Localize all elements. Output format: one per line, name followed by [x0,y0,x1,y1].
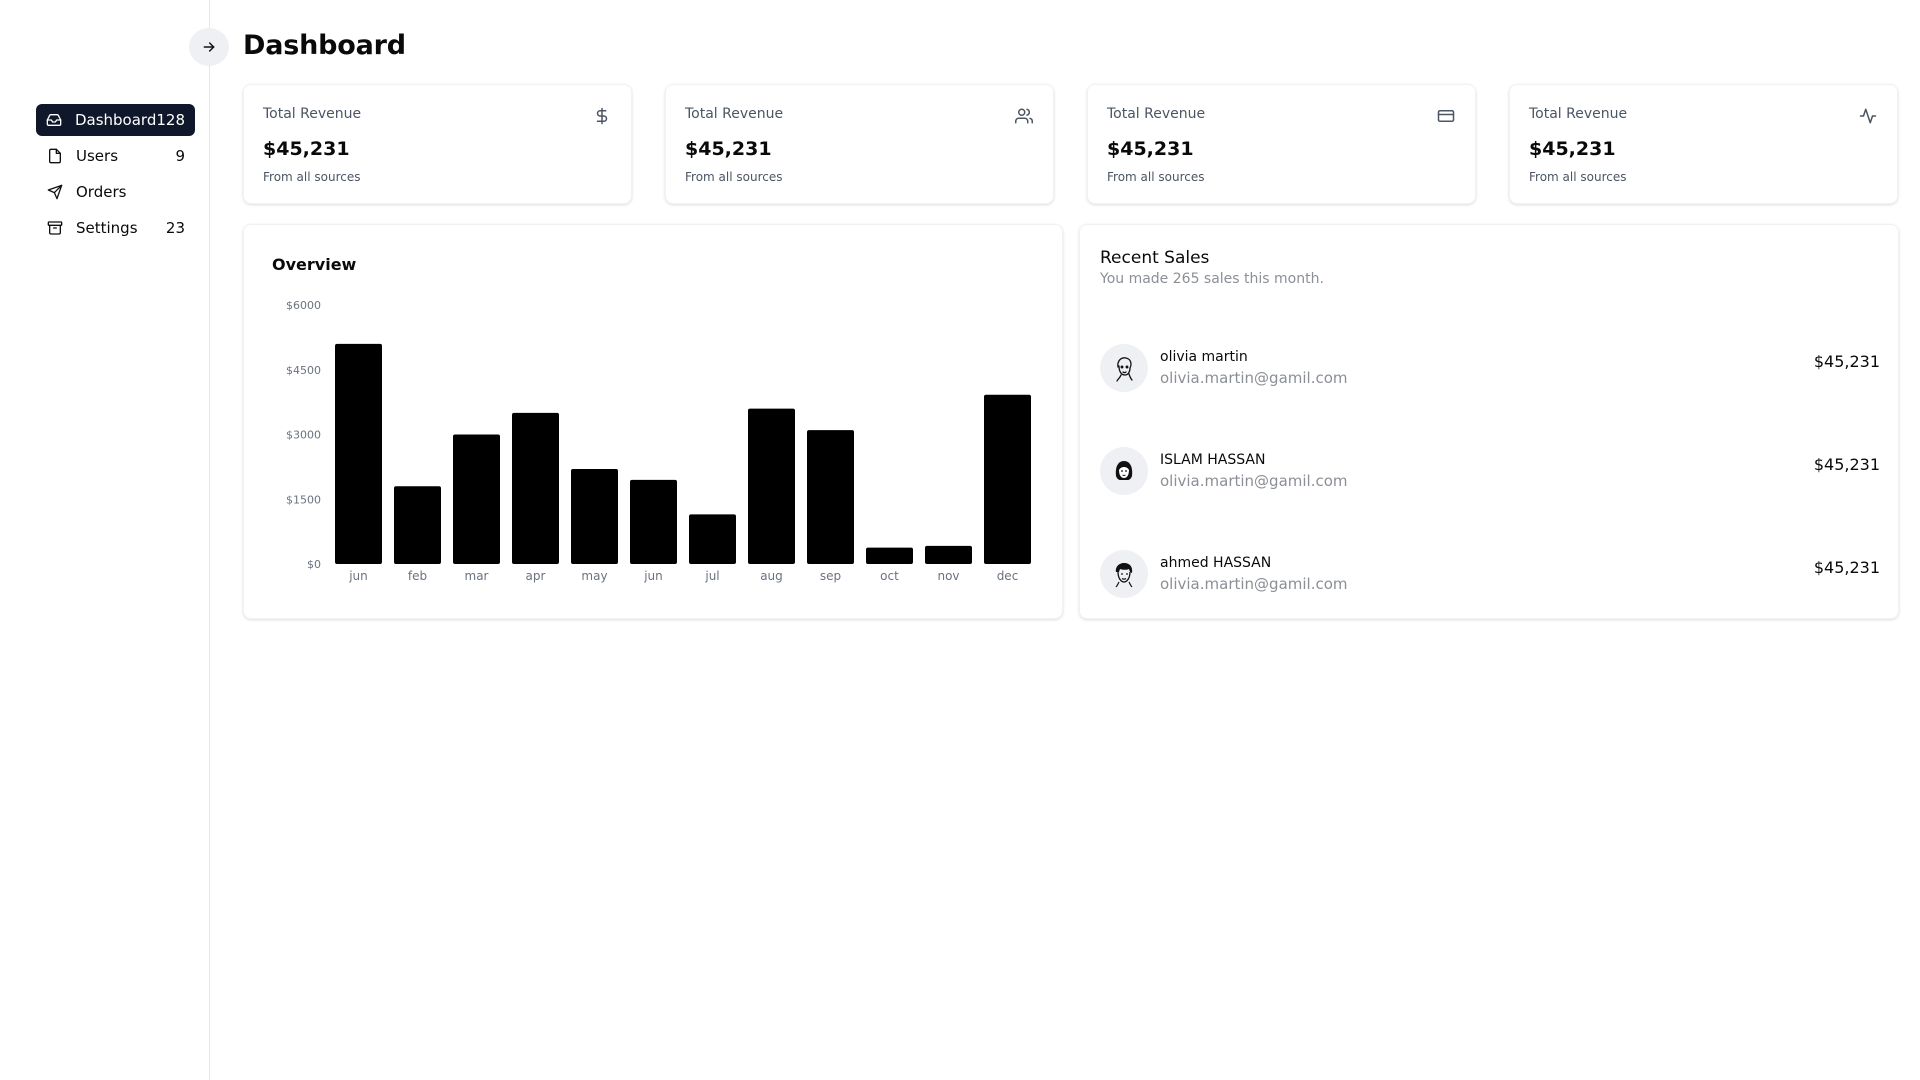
recent-sales-title: Recent Sales [1100,248,1210,268]
stat-card: Total Revenue $45,231 From all sources [1509,84,1898,204]
recent-sales-panel: Recent Sales You made 265 sales this mon… [1079,224,1899,619]
overview-panel: Overview $0 $1500 $3000 $4500 $6000 jun feb mar… [243,224,1063,619]
sale-customer-email: olivia.martin@gamil.com [1160,575,1348,593]
sale-row[interactable]: olivia martin olivia.martin@gamil.com $4… [1100,344,1880,396]
sale-customer-email: olivia.martin@gamil.com [1160,369,1348,387]
bar-mar[interactable] [453,434,500,565]
stat-card-title: Total Revenue [263,106,362,122]
y-tick-label: $3000 [286,429,321,442]
x-tick-label: jun [643,569,663,583]
x-tick-label: aug [760,569,783,583]
sale-amount: $45,231 [1813,352,1880,371]
users-icon [1015,108,1033,124]
y-tick-label: $4500 [286,364,321,377]
sidebar-collapse-button[interactable] [189,28,229,66]
send-icon [46,183,64,201]
sale-customer-name: ahmed HASSAN [1160,555,1272,571]
sale-row[interactable]: ISLAM HASSAN olivia.martin@gamil.com $45… [1100,447,1880,499]
bar-dec[interactable] [984,394,1031,564]
recent-sales-subtitle: You made 265 sales this month. [1100,271,1324,287]
sale-customer-name: ISLAM HASSAN [1160,452,1266,468]
sale-customer-name: olivia martin [1160,349,1248,365]
x-tick-label: feb [408,569,427,583]
sidebar-item-count: 23 [165,219,185,237]
x-tick-label: nov [937,569,959,583]
stat-card-subtitle: From all sources [263,170,361,184]
bar-apr[interactable] [512,412,559,564]
bar-aug[interactable] [748,408,795,564]
bar-nov[interactable] [925,545,972,564]
y-tick-label: $1500 [286,493,321,506]
stat-card-value: $45,231 [1529,138,1616,160]
stat-card: Total Revenue $45,231 From all sources [243,84,632,204]
x-tick-label: may [581,569,607,583]
page-title: Dashboard [243,30,406,61]
sidebar-item-count: 9 [175,147,185,165]
avatar-icon [1100,447,1148,495]
sale-amount: $45,231 [1813,455,1880,474]
y-tick-label: $0 [307,558,321,571]
sidebar-item-label: Settings [76,219,138,237]
inbox-icon [46,111,63,129]
stat-card-value: $45,231 [263,138,350,160]
arrow-right-icon [203,42,215,52]
x-tick-label: sep [820,569,841,583]
stat-card: Total Revenue $45,231 From all sources [1087,84,1476,204]
sidebar-item-label: Dashboard [74,111,157,129]
x-tick-label: mar [465,569,489,583]
avatar-icon [1100,344,1148,392]
sidebar-item-label: Users [76,147,119,165]
bar-may[interactable] [571,469,618,564]
y-tick-label: $6000 [286,299,321,312]
x-tick-label: jul [704,569,719,583]
stat-card-subtitle: From all sources [1107,170,1205,184]
stat-card-title: Total Revenue [1529,106,1628,122]
sidebar-item-dashboard[interactable]: Dashboard 128 [36,104,195,136]
file-icon [46,147,64,165]
activity-icon [1859,108,1877,124]
sidebar-item-label: Orders [76,183,127,201]
overview-bar-chart: $0 $1500 $3000 $4500 $6000 jun feb mar apr may jun… [286,299,1031,583]
stat-card-subtitle: From all sources [685,170,783,184]
sidebar-nav: Dashboard 128 Users 9 Orders Settings 23 [36,104,195,248]
x-tick-label: jun [348,569,368,583]
bar-feb[interactable] [394,486,441,564]
sidebar-item-orders[interactable]: Orders [36,176,195,208]
stat-card-value: $45,231 [1107,138,1194,160]
stat-card-subtitle: From all sources [1529,170,1627,184]
bar-jun[interactable] [335,343,382,564]
archive-icon [46,219,64,237]
stat-card: Total Revenue $45,231 From all sources [665,84,1054,204]
stat-card-title: Total Revenue [685,106,784,122]
x-tick-label: dec [997,569,1019,583]
sale-row[interactable]: ahmed HASSAN olivia.martin@gamil.com $45… [1100,550,1880,602]
x-tick-label: apr [526,569,546,583]
x-tick-label: oct [880,569,899,583]
sidebar-item-count: 128 [156,111,185,129]
avatar-icon [1100,550,1148,598]
sale-amount: $45,231 [1813,558,1880,577]
dollar-icon [596,107,608,125]
bar-sep[interactable] [807,430,854,564]
sale-customer-email: olivia.martin@gamil.com [1160,472,1348,490]
credit-card-icon [1437,110,1455,122]
sidebar-item-users[interactable]: Users 9 [36,140,195,172]
stat-card-value: $45,231 [685,138,772,160]
bar-jun[interactable] [630,479,677,564]
stat-card-title: Total Revenue [1107,106,1206,122]
bar-oct[interactable] [866,547,913,564]
sidebar-item-settings[interactable]: Settings 23 [36,212,195,244]
bar-jul[interactable] [689,514,736,564]
